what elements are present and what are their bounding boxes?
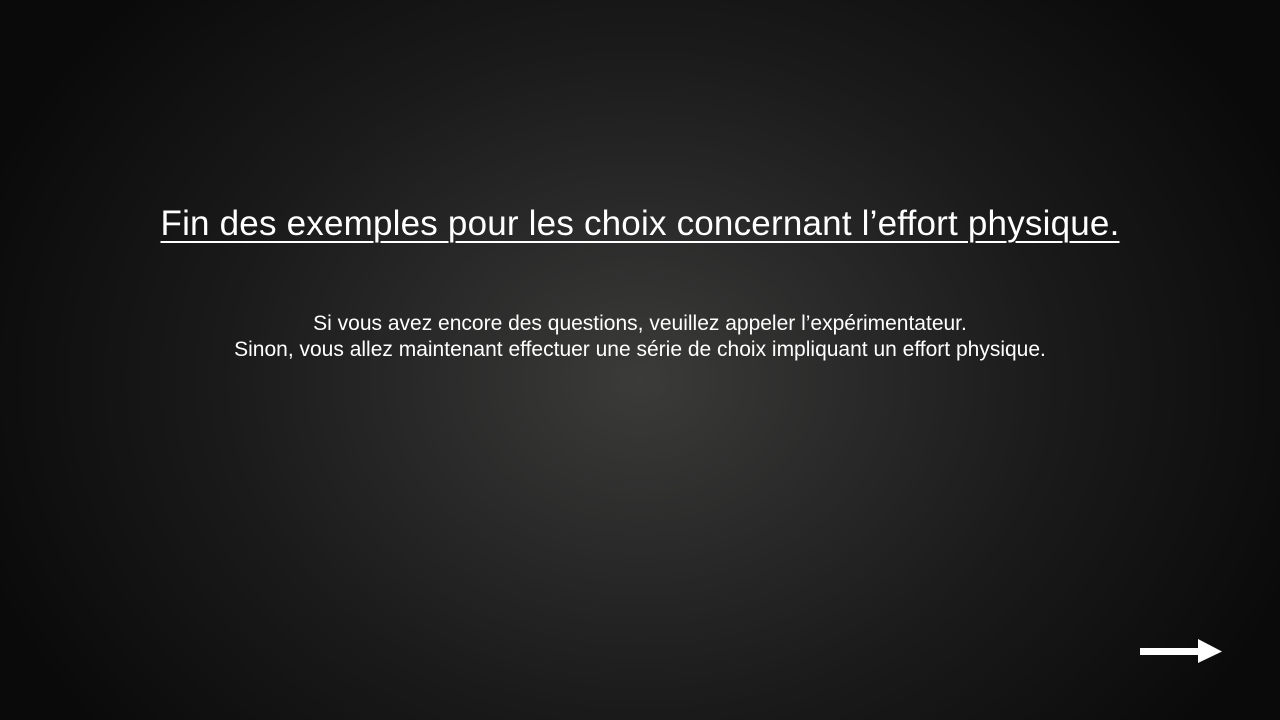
instruction-slide: Fin des exemples pour les choix concerna… — [0, 0, 1280, 720]
instruction-text: Si vous avez encore des questions, veuil… — [0, 311, 1280, 363]
instruction-line-continue: Sinon, vous allez maintenant effectuer u… — [234, 338, 1046, 361]
instruction-line-questions: Si vous avez encore des questions, veuil… — [313, 312, 967, 335]
right-arrow-icon — [1140, 639, 1222, 663]
next-button[interactable] — [1136, 636, 1224, 666]
slide-title: Fin des exemples pour les choix concerna… — [160, 204, 1120, 243]
